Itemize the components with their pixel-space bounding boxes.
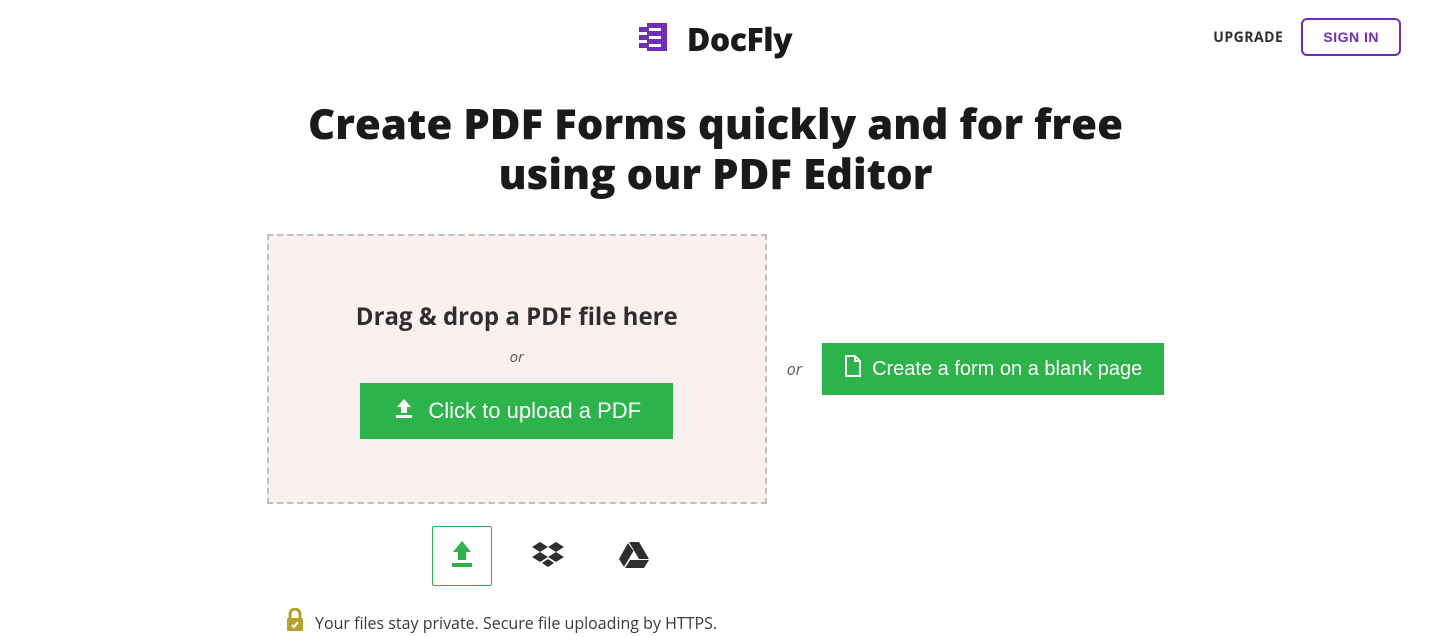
middle-or: or — [787, 358, 802, 380]
upgrade-link[interactable]: UPGRADE — [1213, 28, 1283, 47]
source-dropbox[interactable] — [518, 526, 578, 586]
logo[interactable]: DocFly — [639, 18, 792, 61]
title-line-1: Create PDF Forms quickly and for free — [308, 95, 1123, 152]
upload-icon — [446, 539, 478, 574]
upload-button-label: Click to upload a PDF — [428, 398, 641, 424]
signin-button[interactable]: SIGN IN — [1301, 18, 1401, 56]
header: DocFly UPGRADE SIGN IN — [0, 0, 1431, 71]
title-line-2: using our PDF Editor — [499, 145, 933, 202]
header-right: UPGRADE SIGN IN — [1213, 18, 1401, 56]
upload-icon — [392, 397, 416, 425]
dropbox-icon — [532, 540, 564, 573]
dropzone[interactable]: Drag & drop a PDF file here or Click to … — [267, 234, 767, 504]
privacy-row: Your files stay private. Secure file upl… — [285, 608, 1431, 637]
document-icon — [844, 355, 862, 383]
page-title: Create PDF Forms quickly and for free us… — [0, 99, 1431, 198]
google-drive-icon — [618, 540, 650, 573]
main-row: Drag & drop a PDF file here or Click to … — [0, 234, 1431, 504]
dropzone-or: or — [510, 347, 524, 367]
dropzone-title: Drag & drop a PDF file here — [356, 300, 678, 333]
create-blank-label: Create a form on a blank page — [872, 358, 1142, 381]
privacy-text: Your files stay private. Secure file upl… — [315, 612, 717, 634]
lock-icon — [285, 608, 305, 637]
logo-icon — [639, 20, 677, 59]
upload-source-row — [432, 526, 1431, 586]
create-blank-button[interactable]: Create a form on a blank page — [822, 343, 1164, 395]
logo-text: DocFly — [687, 18, 792, 61]
source-google-drive[interactable] — [604, 526, 664, 586]
upload-button[interactable]: Click to upload a PDF — [360, 383, 673, 439]
source-local-upload[interactable] — [432, 526, 492, 586]
